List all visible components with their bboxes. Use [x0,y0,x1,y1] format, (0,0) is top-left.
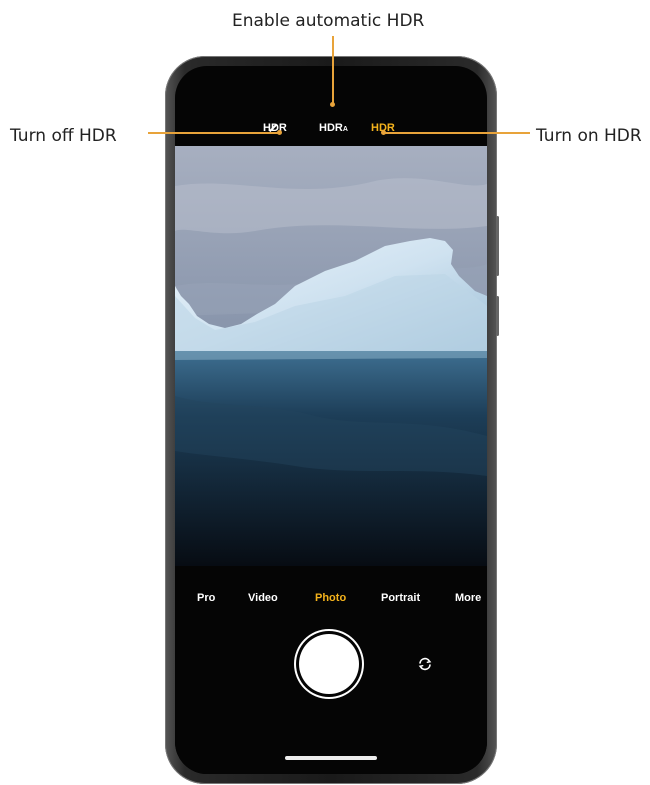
bottom-controls: Pro Video Photo Portrait More [175,566,487,774]
mode-portrait[interactable]: Portrait [381,592,420,604]
callout-line-on [384,132,530,134]
mode-more[interactable]: More [455,592,487,604]
callout-hdr-on: Turn on HDR [536,126,642,146]
power-button [496,296,499,336]
mode-video[interactable]: Video [248,592,278,604]
callout-hdr-off: Turn off HDR [10,126,117,146]
hdr-auto-sub: A [342,126,348,133]
mode-pro[interactable]: Pro [197,592,215,604]
mode-photo[interactable]: Photo [315,592,346,604]
camera-screen: HDR HDRA HDR Pro Video Photo Portrait Mo… [175,66,487,774]
callout-dot-off [277,130,282,135]
switch-camera-icon[interactable] [417,656,433,672]
callout-line-auto [332,36,334,104]
viewfinder [175,146,487,566]
home-indicator [285,756,377,760]
callout-dot-on [381,130,386,135]
phone-frame: HDR HDRA HDR Pro Video Photo Portrait Mo… [165,56,499,784]
callout-auto-hdr: Enable automatic HDR [232,11,425,31]
callout-dot-auto [330,102,335,107]
iceberg-scene [175,146,487,566]
volume-button [496,216,499,276]
hdr-auto-label: HDR [319,122,343,134]
shutter-button[interactable] [299,634,359,694]
hdr-auto-option[interactable]: HDRA [319,122,348,134]
callout-line-off [148,132,280,134]
